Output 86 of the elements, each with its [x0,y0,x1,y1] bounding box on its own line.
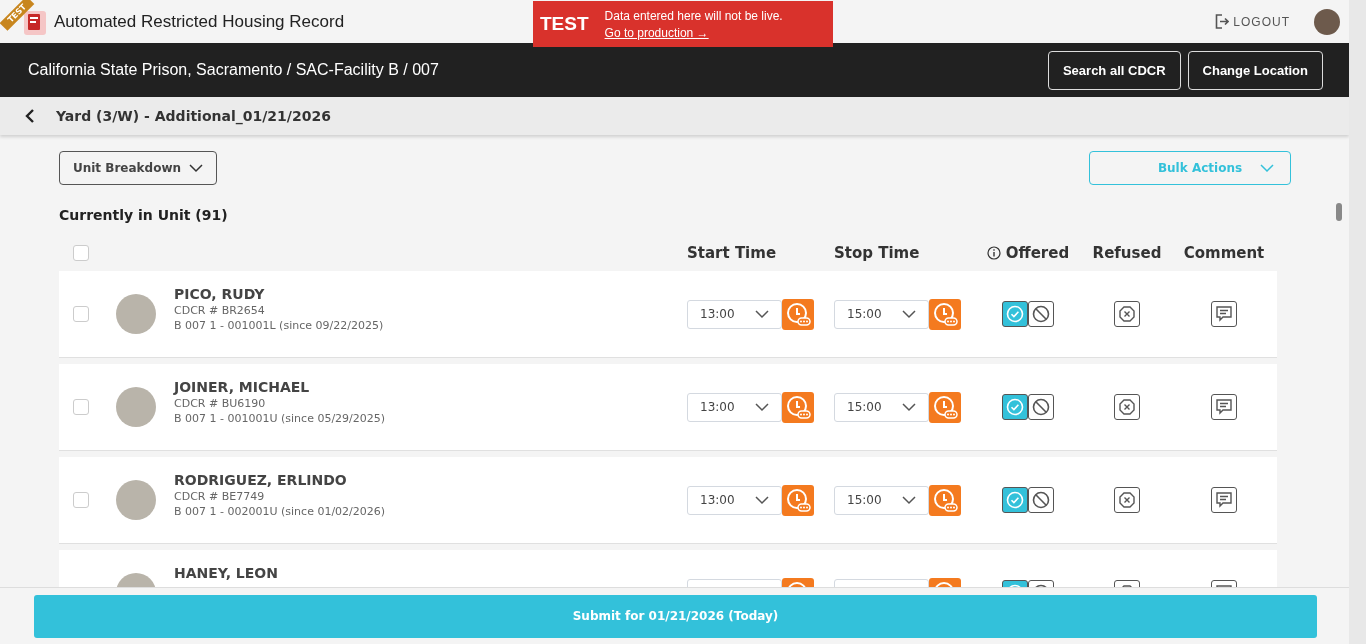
clock-icon [785,394,811,420]
chevron-down-icon [755,402,769,412]
clock-icon [932,394,958,420]
cdcr-number: CDCR # BR2654 [174,304,266,317]
refused-toggle[interactable] [1114,301,1140,327]
column-header: Comment [1183,244,1265,262]
time-select[interactable]: 13:00 [687,392,782,422]
comment-button[interactable] [1211,301,1237,327]
prohibited-icon [1032,305,1050,323]
time-picker-button[interactable] [782,484,814,516]
comment-button[interactable] [1211,487,1237,513]
location-action-button[interactable]: Search all CDCR [1047,50,1181,90]
logout-button[interactable]: LOGOUT [1209,13,1296,30]
check-circle-icon [1006,305,1024,323]
select-all-checkbox[interactable] [73,245,89,261]
avatar-placeholder [116,294,156,334]
octagon-x-icon [1118,305,1136,323]
housing-location: B 007 1 - 002001U (since 01/02/2026) [174,505,386,518]
chevron-down-icon [902,495,916,505]
time-picker-button[interactable] [782,391,814,423]
location-action-button[interactable]: Change Location [1187,50,1323,90]
prohibited-icon [1032,398,1050,416]
comment-icon [1215,398,1233,416]
column-header: Stop Time [834,244,921,262]
resident-name: PICO, RUDY [174,286,266,302]
clock-icon [932,487,958,513]
not-offered-toggle[interactable] [1028,301,1054,327]
refused-toggle[interactable] [1114,394,1140,420]
column-header: Start Time [687,244,778,262]
refused-toggle[interactable] [1114,487,1140,513]
clock-icon [785,487,811,513]
chevron-down-icon [902,402,916,412]
offered-toggle[interactable] [1002,301,1028,327]
not-offered-toggle[interactable] [1028,487,1054,513]
chevron-down-icon [1260,163,1274,173]
time-select[interactable]: 13:00 [687,485,782,515]
comment-icon [1215,491,1233,509]
logout-icon [1215,14,1230,29]
info-icon[interactable] [986,246,1001,260]
chevron-down-icon [902,309,916,319]
offered-toggle[interactable] [1002,487,1028,513]
octagon-x-icon [1118,398,1136,416]
user-avatar[interactable] [1314,8,1340,35]
chevron-down-icon [755,309,769,319]
cdcr-number: CDCR # BU6190 [174,397,267,410]
row-checkbox[interactable] [73,306,89,322]
row-checkbox[interactable] [73,399,89,415]
time-select[interactable]: 15:00 [834,392,929,422]
banner-message: Data entered here will not be live. [604,8,783,23]
production-link[interactable]: Go to production → [604,25,783,40]
comment-icon [1215,305,1233,323]
check-circle-icon [1006,398,1024,416]
banner-label: TEST [540,13,589,35]
resident-name: JOINER, MICHAEL [174,379,311,395]
resident-name: RODRIGUEZ, ERLINDO [174,472,348,488]
not-offered-toggle[interactable] [1028,394,1054,420]
resident-name: HANEY, LEON [174,565,278,581]
housing-location: B 007 1 - 001001U (since 05/29/2025) [174,412,386,425]
app-title: Automated Restricted Housing Record [54,11,345,32]
avatar-placeholder [116,387,156,427]
time-picker-button[interactable] [929,298,961,330]
clock-icon [785,301,811,327]
time-picker-button[interactable] [929,484,961,516]
time-select[interactable]: 15:00 [834,299,929,329]
cdcr-number: CDCR # BE7749 [174,490,266,503]
location-path: California State Prison, Sacramento / SAC-Facility B / 007 [28,61,439,79]
check-circle-icon [1006,491,1024,509]
time-select[interactable]: 13:00 [687,299,782,329]
unit-breakdown-dropdown[interactable]: Unit Breakdown [59,151,217,185]
column-header: Refused [1092,244,1162,262]
time-picker-button[interactable] [929,391,961,423]
row-checkbox[interactable] [73,492,89,508]
chevron-down-icon [189,163,204,173]
prohibited-icon [1032,491,1050,509]
housing-location: B 007 1 - 001001L (since 09/22/2025) [174,319,384,332]
column-header: Offered [1005,244,1070,262]
section-title: Currently in Unit (91) [59,207,229,223]
chevron-down-icon [755,495,769,505]
time-select[interactable]: 15:00 [834,485,929,515]
comment-button[interactable] [1211,394,1237,420]
offered-toggle[interactable] [1002,394,1028,420]
avatar-placeholder [116,480,156,520]
page-title: Yard (3/W) - Additional_01/21/2026 [56,108,331,124]
octagon-x-icon [1118,491,1136,509]
time-picker-button[interactable] [782,298,814,330]
clock-icon [932,301,958,327]
